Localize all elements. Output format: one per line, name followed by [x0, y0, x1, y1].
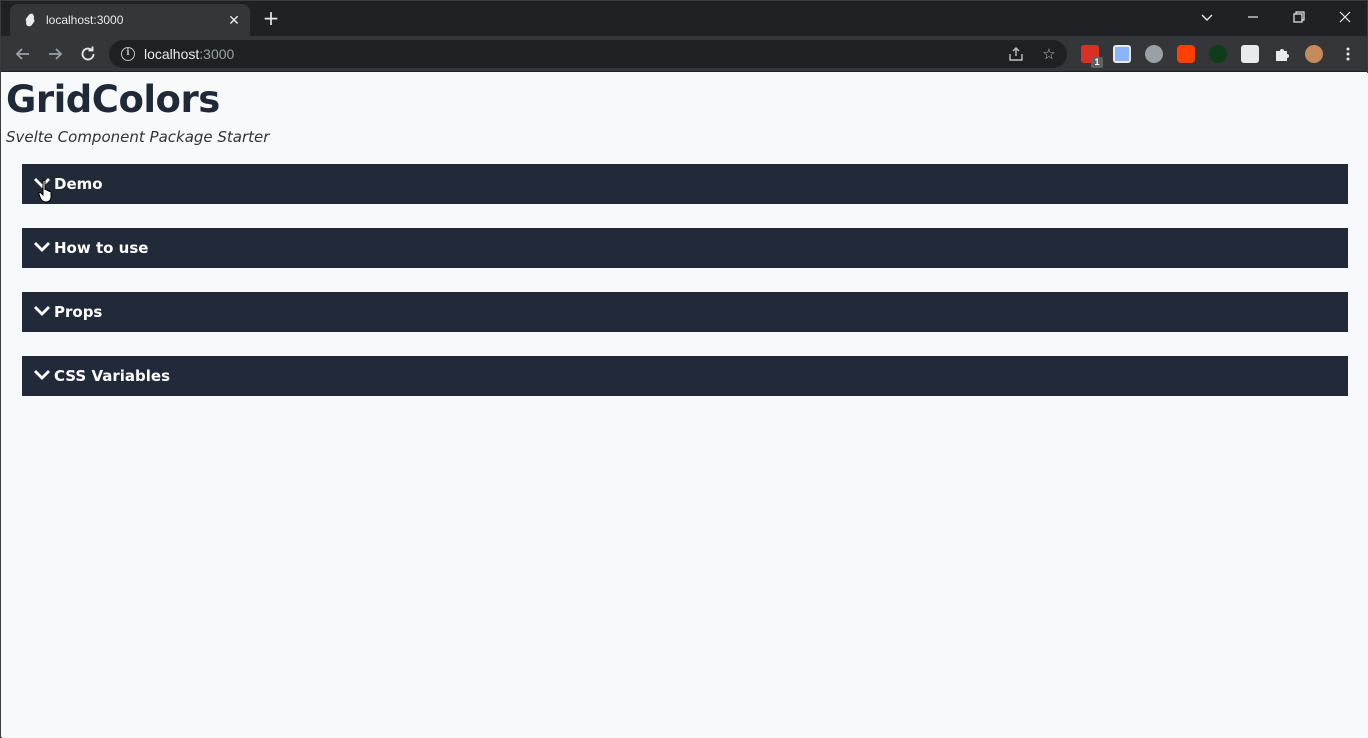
url-text: localhost:3000 — [144, 46, 234, 62]
extension-power-icon[interactable] — [1145, 45, 1163, 63]
browser-tab[interactable]: localhost:3000 ✕ — [10, 4, 250, 36]
profile-avatar-icon[interactable] — [1305, 45, 1323, 63]
reload-icon[interactable] — [77, 43, 99, 65]
accordion-label: CSS Variables — [54, 367, 170, 385]
accordion-how-to-use[interactable]: How to use — [22, 228, 1348, 268]
address-bar[interactable]: i localhost:3000 ☆ — [109, 40, 1067, 68]
extension-badge: 1 — [1091, 57, 1103, 68]
tab-close-icon[interactable]: ✕ — [226, 12, 242, 28]
accordion-label: Props — [54, 303, 103, 321]
url-host: localhost — [144, 46, 200, 62]
extension-green-icon[interactable] — [1209, 45, 1227, 63]
chevron-down-icon — [34, 242, 50, 252]
url-port: :3000 — [199, 46, 235, 62]
tab-title: localhost:3000 — [46, 13, 124, 27]
extension-blue-icon[interactable] — [1113, 45, 1131, 63]
new-tab-icon[interactable]: + — [261, 8, 281, 29]
hand-pointer-cursor-icon — [38, 179, 52, 203]
menu-kebab-icon[interactable] — [1339, 45, 1357, 63]
tab-search-chevron-icon[interactable] — [1197, 7, 1217, 27]
browser-toolbar: i localhost:3000 ☆ — [1, 36, 1367, 72]
accordion-demo[interactable]: Demo — [22, 164, 1348, 204]
page-content: GridColors Svelte Component Package Star… — [2, 73, 1368, 738]
accordion-label: Demo — [54, 175, 103, 193]
forward-arrow-icon[interactable] — [44, 43, 66, 65]
page-title: GridColors — [6, 78, 220, 121]
accordion-css-variables[interactable]: CSS Variables — [22, 356, 1348, 396]
extension-svelte-icon[interactable] — [1177, 45, 1195, 63]
accordion-label: How to use — [54, 239, 149, 257]
tab-strip: localhost:3000 ✕ + — [1, 1, 1367, 36]
bookmark-star-icon[interactable]: ☆ — [1040, 45, 1058, 63]
chevron-down-icon — [34, 370, 50, 380]
close-window-icon[interactable] — [1335, 7, 1355, 27]
restore-icon[interactable] — [1289, 7, 1309, 27]
chevron-down-icon — [34, 306, 50, 316]
browser-window: localhost:3000 ✕ + i localhost:3000 ☆ 1 … — [0, 0, 1368, 738]
accordion-props[interactable]: Props — [22, 292, 1348, 332]
extensions-puzzle-icon[interactable] — [1273, 45, 1291, 63]
extension-m-icon[interactable] — [1241, 45, 1259, 63]
page-subtitle: Svelte Component Package Starter — [6, 128, 270, 146]
svelte-favicon-icon — [25, 13, 35, 27]
site-info-icon[interactable]: i — [121, 47, 135, 61]
minimize-icon[interactable] — [1243, 7, 1263, 27]
share-icon[interactable] — [1007, 45, 1025, 63]
back-arrow-icon[interactable] — [12, 43, 34, 65]
